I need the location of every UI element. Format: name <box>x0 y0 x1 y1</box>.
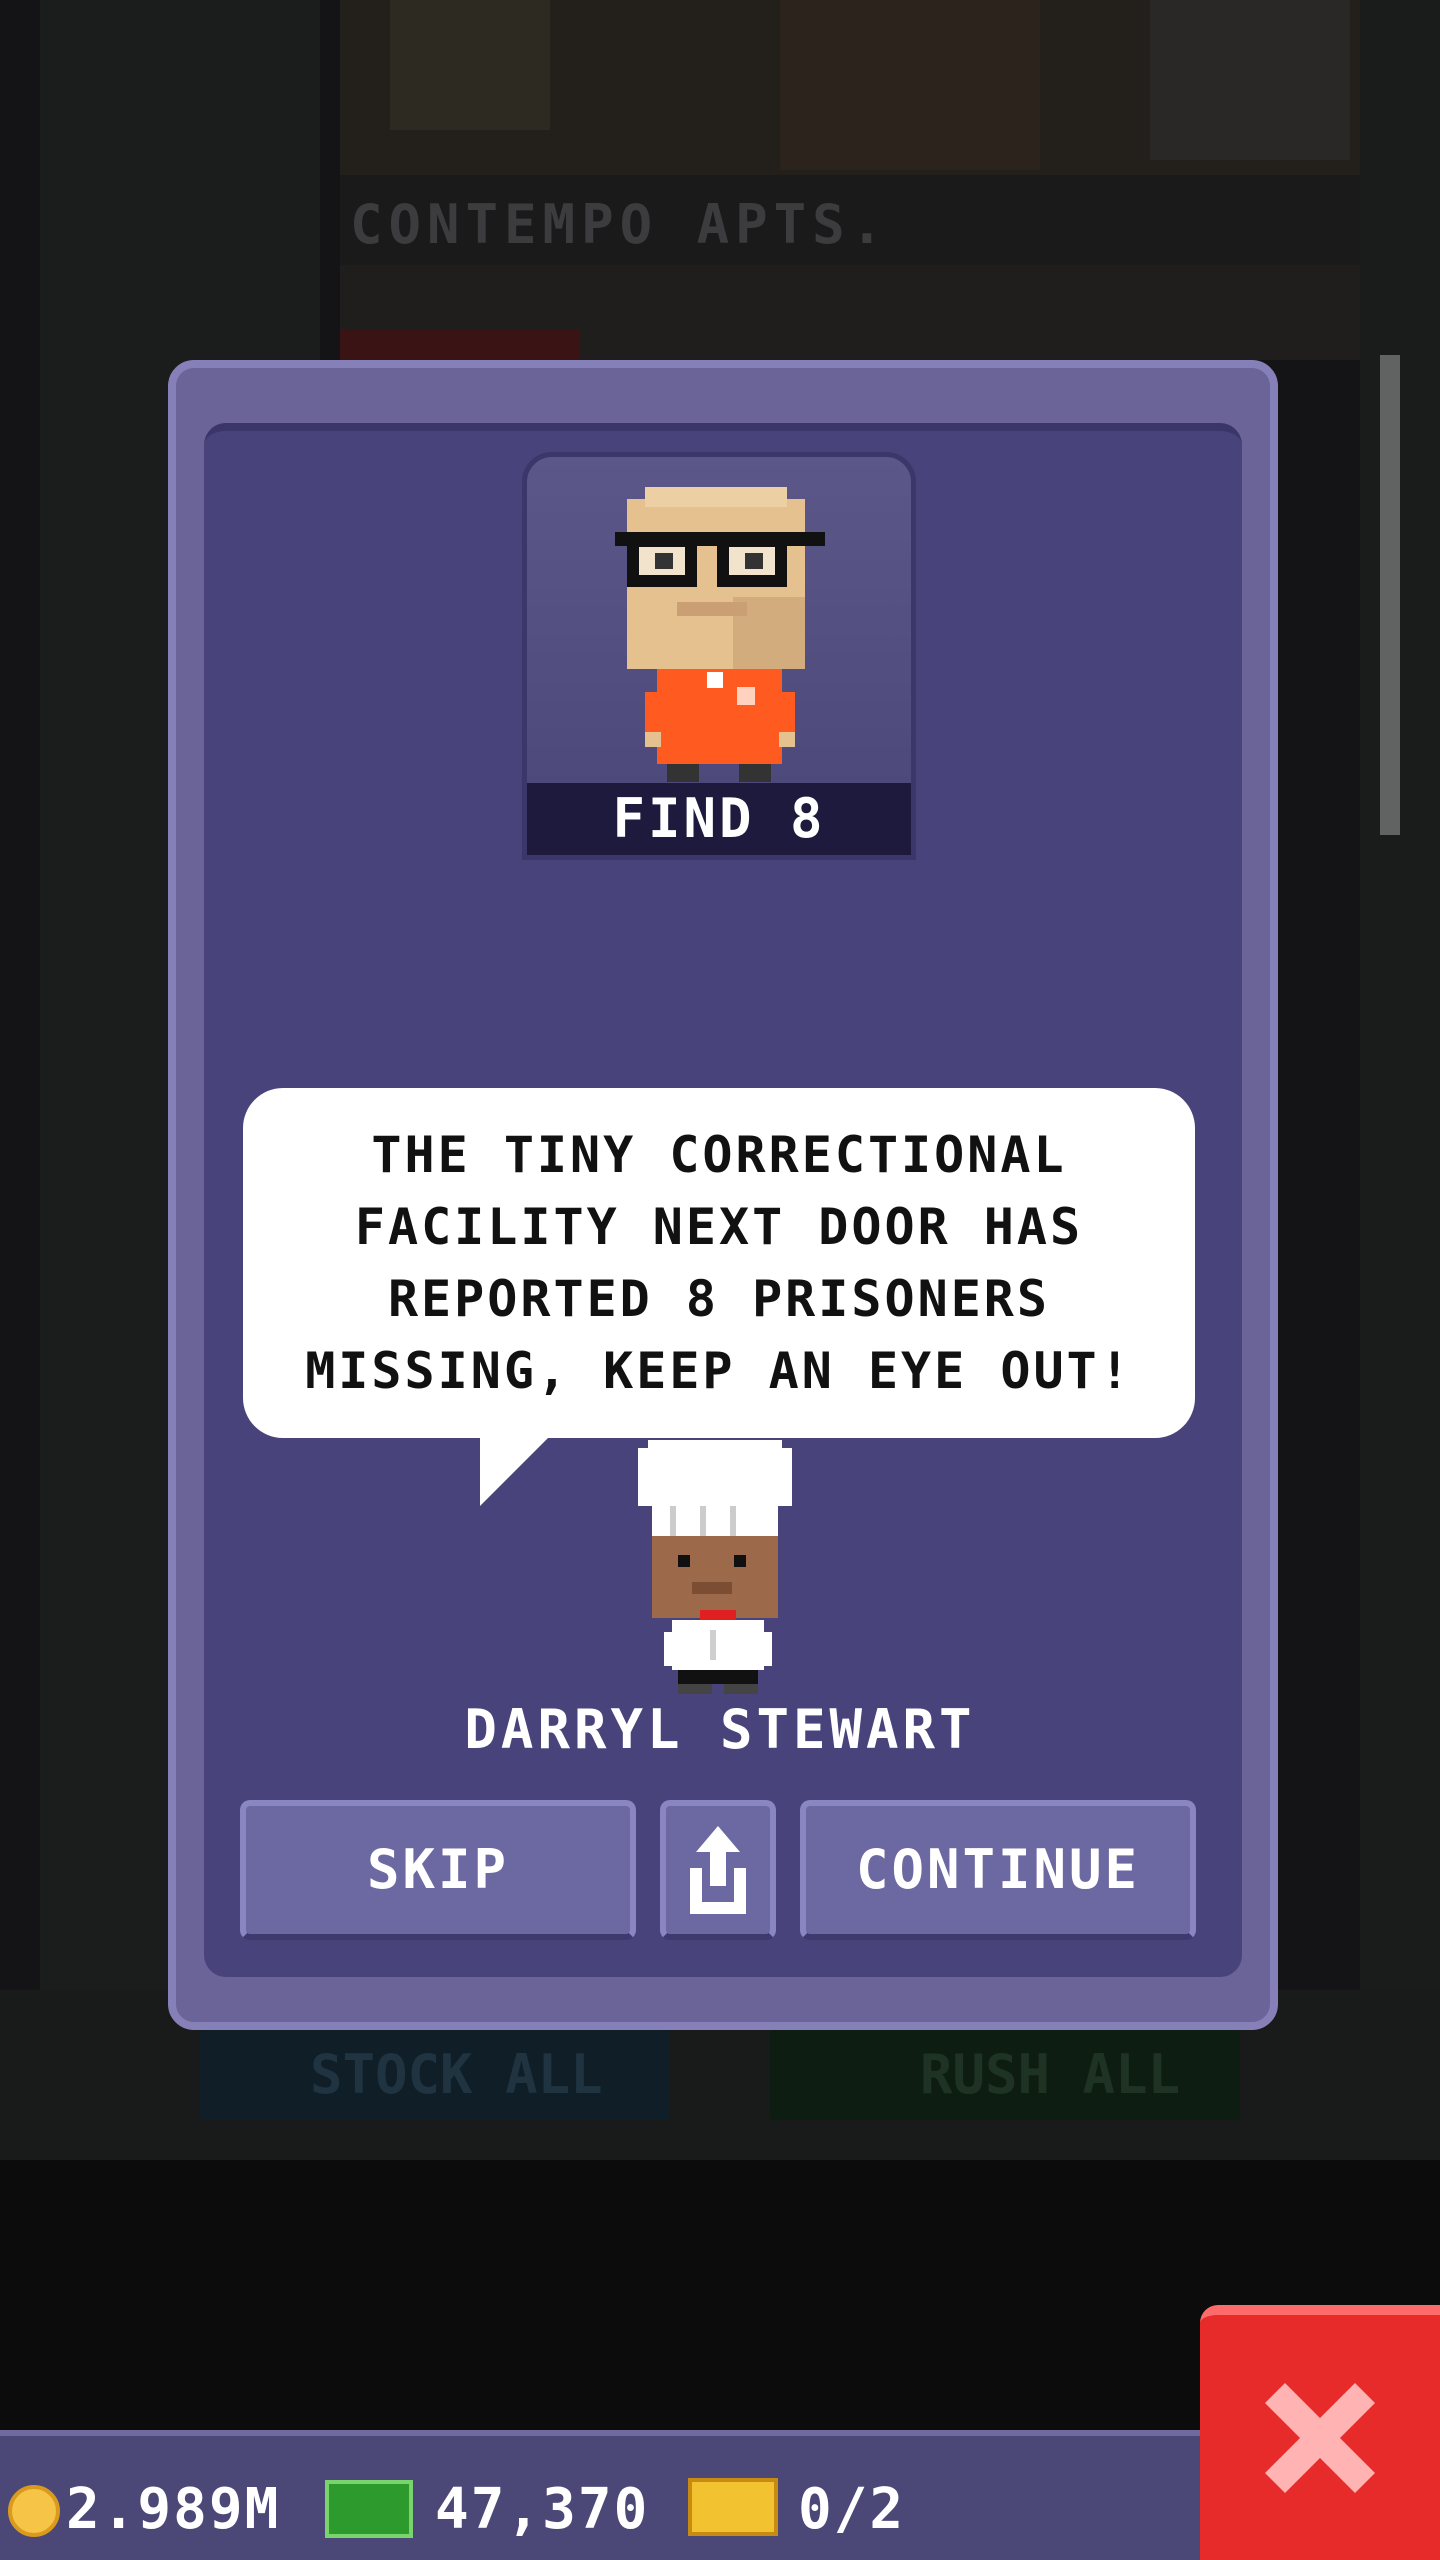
coin-icon <box>8 2485 60 2537</box>
share-button[interactable] <box>660 1800 776 1940</box>
cash-value: 47,370 <box>435 2477 650 2542</box>
bux-value: 0/2 <box>798 2477 906 2542</box>
rush-all-button: RUSH ALL <box>770 2030 1240 2120</box>
speech-bubble: THE TINY CORRECTIONAL FACILITY NEXT DOOR… <box>243 1088 1195 1438</box>
stock-all-button: STOCK ALL <box>200 2030 670 2120</box>
prisoner-portrait: FIND 8 <box>522 452 916 860</box>
chef-avatar <box>638 1440 792 1694</box>
speaker-name: DARRYL STEWART <box>464 1698 976 1761</box>
find-count-label: FIND 8 <box>527 783 911 855</box>
close-icon <box>1265 2382 1375 2493</box>
share-icon <box>690 1826 746 1914</box>
continue-button[interactable]: CONTINUE <box>800 1800 1196 1940</box>
tower-bux-icon <box>688 2478 778 2536</box>
coins-value: 2.989M <box>66 2477 281 2542</box>
speech-text: THE TINY CORRECTIONAL FACILITY NEXT DOOR… <box>305 1126 1133 1400</box>
cash-icon <box>325 2480 413 2538</box>
speech-bubble-tail <box>480 1436 550 1506</box>
prisoner-avatar <box>615 487 825 782</box>
close-button[interactable] <box>1200 2305 1440 2560</box>
floor-label: CONTEMPO APTS. <box>350 193 890 256</box>
skip-button[interactable]: SKIP <box>240 1800 636 1940</box>
